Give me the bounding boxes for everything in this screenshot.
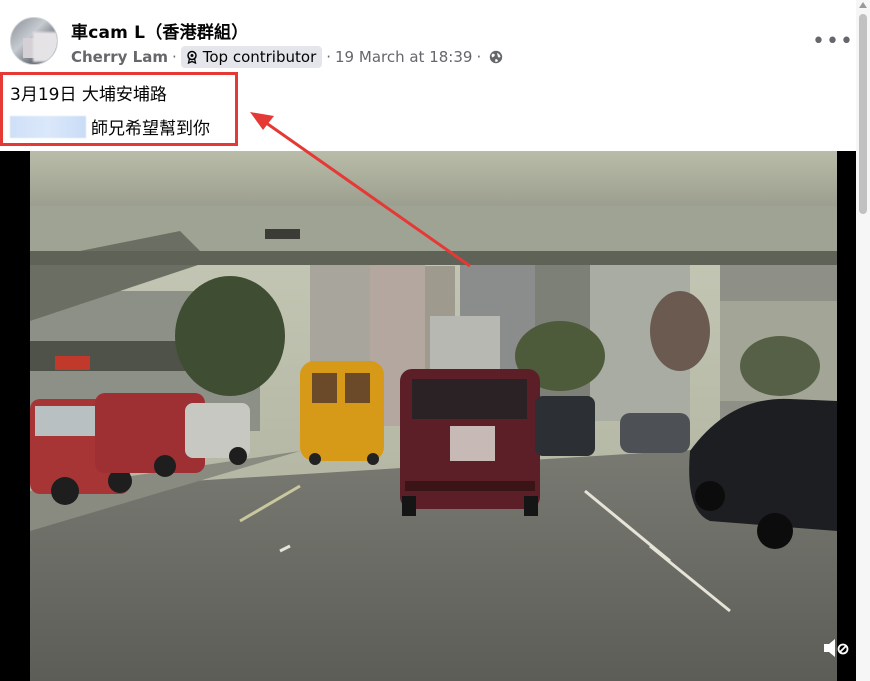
scrollbar-thumb[interactable]	[859, 14, 867, 214]
author-name-link[interactable]: Cherry Lam	[71, 48, 168, 66]
globe-icon[interactable]	[489, 50, 503, 64]
post-meta: Cherry Lam · Top contributor · 19 March …	[71, 46, 503, 68]
top-contributor-badge-icon	[187, 50, 197, 64]
video-frame	[30, 151, 837, 681]
meta-separator: ·	[171, 48, 177, 66]
avatar-blur-area	[33, 32, 57, 62]
video-player[interactable]	[0, 151, 856, 681]
page-scrollbar[interactable]	[856, 0, 870, 681]
speaker-muted-icon[interactable]	[822, 636, 852, 660]
top-contributor-badge[interactable]: Top contributor	[180, 46, 323, 68]
meta-separator: ·	[476, 48, 482, 66]
scroll-up-arrow-icon[interactable]	[859, 2, 867, 8]
post-timestamp-link[interactable]: 19 March at 18:39	[335, 48, 472, 66]
group-avatar[interactable]	[10, 17, 58, 65]
badge-label: Top contributor	[202, 47, 317, 66]
annotation-highlight-box	[0, 72, 238, 146]
more-options-icon: •••	[812, 28, 854, 54]
meta-separator: ·	[326, 48, 332, 66]
post-header: 車cam L（香港群組） Cherry Lam · Top contributo…	[0, 0, 856, 76]
group-name-link[interactable]: 車cam L（香港群組）	[71, 18, 248, 43]
more-options-button[interactable]: •••	[812, 26, 854, 56]
